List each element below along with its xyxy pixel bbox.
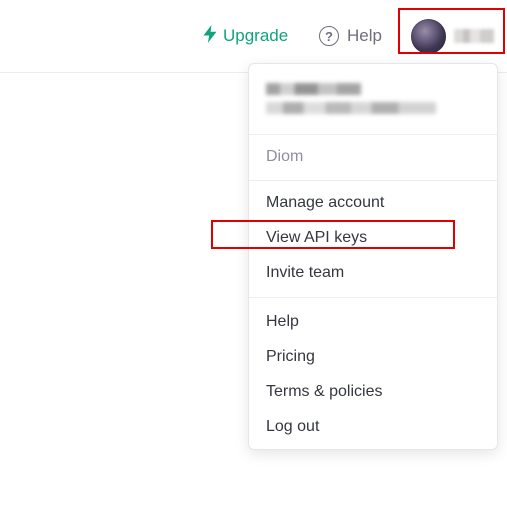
menu-divider	[249, 180, 497, 181]
user-menu-button[interactable]	[411, 17, 494, 55]
upgrade-button[interactable]: Upgrade	[203, 24, 288, 48]
blurred-username	[454, 29, 494, 43]
help-button[interactable]: ? Help	[319, 24, 382, 48]
menu-divider	[249, 297, 497, 298]
lightning-bolt-icon	[203, 24, 217, 48]
upgrade-label: Upgrade	[223, 26, 289, 45]
help-label: Help	[347, 26, 382, 45]
menu-item-log-out[interactable]: Log out	[266, 418, 319, 436]
avatar	[411, 18, 446, 54]
account-dropdown-menu: Diom Manage account View API keys Invite…	[248, 63, 498, 450]
menu-divider	[249, 134, 497, 135]
page: Upgrade ? Help Diom Manage account View …	[0, 0, 507, 521]
menu-item-terms-policies[interactable]: Terms & policies	[266, 383, 382, 401]
blurred-user-email	[266, 102, 436, 114]
question-circle-icon: ?	[319, 26, 339, 46]
menu-item-manage-account[interactable]: Manage account	[266, 194, 384, 212]
organization-name[interactable]: Diom	[266, 148, 303, 166]
blurred-user-name	[266, 83, 361, 95]
menu-item-pricing[interactable]: Pricing	[266, 348, 315, 366]
menu-item-view-api-keys[interactable]: View API keys	[266, 229, 367, 247]
menu-item-invite-team[interactable]: Invite team	[266, 264, 344, 282]
menu-item-help[interactable]: Help	[266, 313, 299, 331]
